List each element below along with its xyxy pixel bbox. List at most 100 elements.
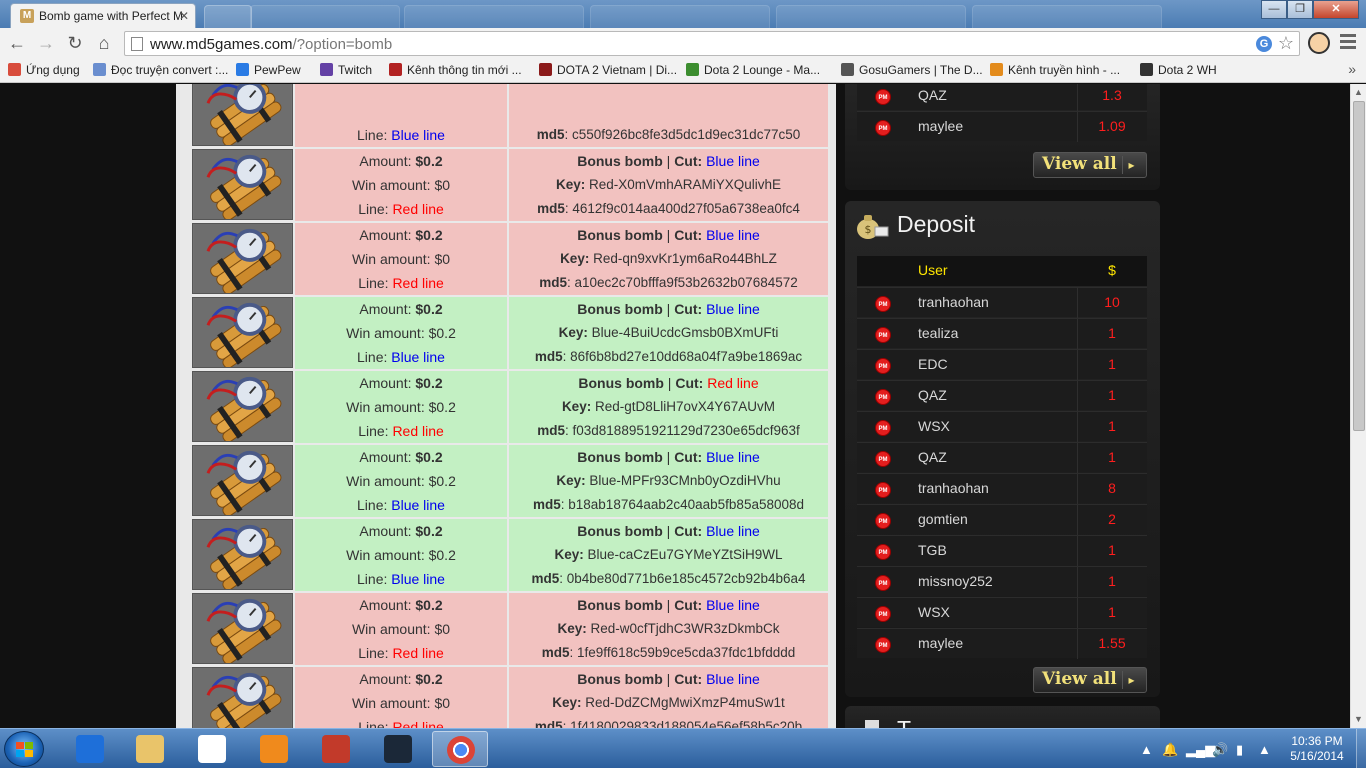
pm-icon[interactable]: PM	[875, 89, 891, 105]
bookmark-star-icon[interactable]: ☆	[1278, 33, 1294, 54]
taskbar-app[interactable]	[122, 731, 178, 767]
reload-icon[interactable]: ↻	[64, 32, 86, 54]
key-value[interactable]: Red-qn9xvKr1ym6aRo44BhLZ	[593, 251, 777, 266]
forward-icon[interactable]: →	[35, 32, 57, 54]
scrollbar-thumb[interactable]	[1353, 101, 1365, 431]
username[interactable]: WSX	[918, 418, 950, 434]
key-value[interactable]: Red-DdZCMgMwiXmzP4muSw1t	[585, 695, 785, 710]
bookmark-item[interactable]: Ứng dụng	[8, 63, 80, 77]
page-scrollbar[interactable]: ▲ ▼	[1350, 84, 1366, 728]
home-icon[interactable]: ⌂	[93, 32, 115, 54]
pm-icon[interactable]: PM	[875, 358, 891, 374]
address-bar[interactable]: www.md5games.com/?option=bomb G ☆	[124, 31, 1300, 56]
tab-blurred-2[interactable]	[404, 5, 584, 28]
google-extension-icon[interactable]: G	[1256, 36, 1272, 52]
bookmark-item[interactable]: Dota 2 Lounge - Ma...	[686, 63, 820, 77]
username[interactable]: WSX	[918, 604, 950, 620]
bookmark-item[interactable]: Kênh truyền hình - ...	[990, 63, 1120, 77]
username[interactable]: gomtien	[918, 511, 968, 527]
md5-value[interactable]: 1fe9ff618c59b9ce5cda37fdc1bfdddd	[577, 645, 795, 660]
username[interactable]: tranhaohan	[918, 480, 989, 496]
md5-value[interactable]: 1f4180029833d188054e56ef58b5c20b	[570, 719, 802, 728]
key-value[interactable]: Red-X0mVmhARAMiYXQulivhE	[589, 177, 781, 192]
username[interactable]: tealiza	[918, 325, 958, 341]
volume-icon[interactable]: 🔊	[1212, 742, 1228, 758]
bookmark-item[interactable]: GosuGamers | The D...	[841, 63, 983, 77]
pm-icon[interactable]: PM	[875, 120, 891, 136]
username[interactable]: EDC	[918, 356, 948, 372]
taskbar-app[interactable]	[62, 731, 118, 767]
bookmark-item[interactable]: Dota 2 WH	[1140, 63, 1217, 77]
key-value[interactable]: Blue-MPFr93CMnb0yOzdiHVhu	[589, 473, 780, 488]
md5-value[interactable]: a10ec2c70bfffa9f53b2632b07684572	[575, 275, 798, 290]
md5-value[interactable]: c550f926bc8fe3d5dc1d9ec31dc77c50	[572, 127, 800, 142]
pm-icon[interactable]: PM	[875, 606, 891, 622]
start-button[interactable]	[4, 731, 44, 767]
bookmark-item[interactable]: Kênh thông tin mới ...	[389, 63, 522, 77]
show-desktop-button[interactable]	[1356, 729, 1366, 768]
key-value[interactable]: Blue-caCzEu7GYMeYZtSiH9WL	[587, 547, 782, 562]
minimize-button[interactable]: —	[1261, 0, 1287, 19]
bookmark-item[interactable]: Đọc truyện convert :...	[93, 63, 228, 77]
pm-icon[interactable]: PM	[875, 513, 891, 529]
url-text[interactable]: www.md5games.com/?option=bomb	[150, 36, 392, 53]
top-view-all-button[interactable]: View all ▸	[1033, 152, 1147, 178]
system-clock[interactable]: 10:36 PM 5/16/2014	[1282, 734, 1352, 764]
bookmark-item[interactable]: DOTA 2 Vietnam | Di...	[539, 63, 677, 77]
device-icon[interactable]: ▮	[1236, 742, 1243, 758]
bookmark-item[interactable]: Twitch	[320, 63, 372, 77]
username[interactable]: QAZ	[918, 87, 947, 103]
md5-value[interactable]: 4612f9c014aa400d27f05a6738ea0fc4	[572, 201, 799, 216]
tab-blurred-5[interactable]	[972, 5, 1162, 28]
pm-icon[interactable]: PM	[875, 420, 891, 436]
taskbar-app[interactable]	[370, 731, 426, 767]
scroll-down-icon[interactable]: ▼	[1354, 714, 1363, 724]
google-drive-icon[interactable]: ▲	[1258, 742, 1271, 757]
username[interactable]: maylee	[918, 635, 963, 651]
tab-close-icon[interactable]: ✕	[179, 9, 189, 23]
pm-icon[interactable]: PM	[875, 544, 891, 560]
taskbar-app[interactable]	[246, 731, 302, 767]
tab-blurred-3[interactable]	[590, 5, 770, 28]
pm-icon[interactable]: PM	[875, 637, 891, 653]
pm-icon[interactable]: PM	[875, 327, 891, 343]
back-icon[interactable]: ←	[6, 32, 28, 54]
taskbar-app[interactable]	[308, 731, 364, 767]
tab-active[interactable]: M Bomb game with Perfect M ✕	[10, 3, 196, 28]
tab-blurred-4[interactable]	[776, 5, 966, 28]
pm-icon[interactable]: PM	[875, 296, 891, 312]
more-bookmarks-icon[interactable]: »	[1348, 61, 1356, 77]
username[interactable]: TGB	[918, 542, 947, 558]
action-center-icon[interactable]: 🔔	[1162, 742, 1178, 758]
pm-icon[interactable]: PM	[875, 482, 891, 498]
deposit-view-all-button[interactable]: View all ▸	[1033, 667, 1147, 693]
network-icon[interactable]: ▂▄▆	[1186, 742, 1215, 758]
md5-value[interactable]: f03d8188951921129d7230e65dcf963f	[573, 423, 800, 438]
username[interactable]: QAZ	[918, 387, 947, 403]
username[interactable]: tranhaohan	[918, 294, 989, 310]
tab-blurred-1[interactable]	[250, 5, 400, 28]
pm-icon[interactable]: PM	[875, 389, 891, 405]
maximize-button[interactable]: ❐	[1287, 0, 1313, 19]
md5-value[interactable]: 86f6b8bd27e10dd68a04f7a9be1869ac	[570, 349, 802, 364]
md5-value[interactable]: 0b4be80d771b6e185c4572cb92b4b6a4	[567, 571, 806, 586]
username[interactable]: maylee	[918, 118, 963, 134]
pm-icon[interactable]: PM	[875, 575, 891, 591]
key-value[interactable]: Red-gtD8LliH7ovX4Y67AUvM	[595, 399, 775, 414]
window-close-button[interactable]: ✕	[1313, 0, 1359, 19]
pm-icon[interactable]: PM	[875, 451, 891, 467]
username[interactable]: missnoy252	[918, 573, 993, 589]
user-row: PM WSX 1	[857, 411, 1147, 442]
scroll-up-icon[interactable]: ▲	[1354, 87, 1363, 97]
taskbar-app[interactable]	[432, 731, 488, 767]
chrome-menu-icon[interactable]	[1340, 34, 1356, 50]
show-hidden-icons-icon[interactable]: ▲	[1140, 742, 1153, 757]
key-value[interactable]: Blue-4BuiUcdcGmsb0BXmUFti	[592, 325, 779, 340]
tab-new[interactable]	[204, 5, 252, 28]
profile-avatar[interactable]	[1308, 32, 1330, 54]
taskbar-app[interactable]	[184, 731, 240, 767]
username[interactable]: QAZ	[918, 449, 947, 465]
bookmark-item[interactable]: PewPew	[236, 63, 301, 77]
md5-value[interactable]: b18ab18764aab2c40aab5fb85a58008d	[568, 497, 804, 512]
key-value[interactable]: Red-w0cfTjdhC3WR3zDkmbCk	[590, 621, 779, 636]
